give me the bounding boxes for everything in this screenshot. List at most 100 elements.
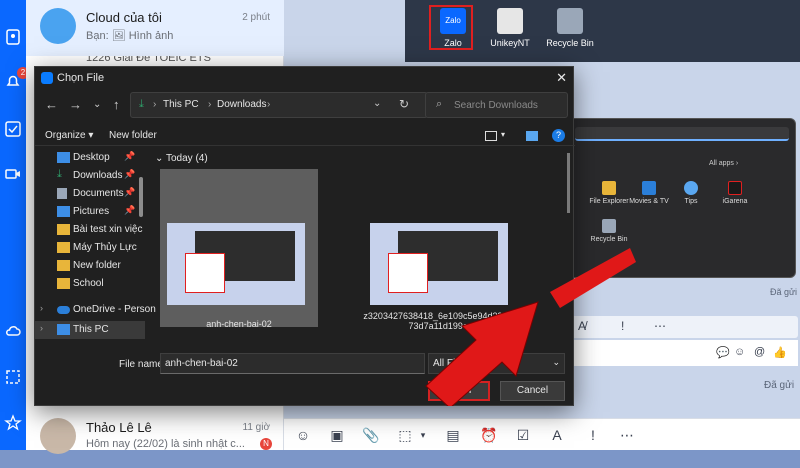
forward-arrow-icon[interactable]: → <box>69 97 82 112</box>
conversation-preview: Hôm nay (22/02) là sinh nhật c... <box>86 438 245 450</box>
nav-item-pictures[interactable]: Pictures 📌 <box>35 203 145 221</box>
attach-icon[interactable]: 📎 <box>362 426 380 444</box>
conversation-name: Cloud của tôi <box>86 10 162 25</box>
view-options-icon[interactable] <box>485 131 497 141</box>
screenshot-icon[interactable] <box>4 368 22 386</box>
conversation-item-cloud[interactable]: Cloud của tôi Bạn: 🖼 Hình ảnh 2 phút <box>26 0 284 56</box>
nav-item-documents[interactable]: Documents 📌 <box>35 185 145 203</box>
nav-item-folder[interactable]: School <box>35 275 145 293</box>
conversation-time: 11 giờ <box>242 422 271 433</box>
pin-icon: 📌 <box>124 187 136 197</box>
tips-icon <box>684 181 698 195</box>
conversation-name: 1226 Giải Đề TOEIC ETS <box>86 56 211 64</box>
documents-icon <box>57 188 67 199</box>
screenshot-tool-icon[interactable]: ⬚ <box>396 426 414 444</box>
nav-item-label: Documents <box>73 188 124 199</box>
nav-scrollbar[interactable] <box>139 177 143 217</box>
zalo-highlight-box <box>429 5 473 50</box>
conversation-time: 2 phút <box>242 12 270 23</box>
conversation-item-partial[interactable]: 1226 Giải Đề TOEIC ETS <box>26 56 284 66</box>
quick-reaction-icon[interactable]: 💬 <box>716 346 730 359</box>
more-icon[interactable]: ⋯ <box>654 319 666 333</box>
chevron-right-icon[interactable]: › <box>40 303 43 313</box>
pin-icon: 📌 <box>124 205 136 215</box>
star-icon[interactable] <box>4 414 22 432</box>
nav-item-desktop[interactable]: Desktop 📌 <box>35 149 145 167</box>
back-arrow-icon[interactable]: ← <box>45 97 58 112</box>
desktop-icon-label: Recycle Bin <box>546 38 594 48</box>
chevron-down-icon[interactable]: ▾ <box>414 426 432 444</box>
up-arrow-icon[interactable]: ↑ <box>113 97 120 112</box>
nav-item-label: Downloads <box>73 170 123 181</box>
nav-item-folder[interactable]: Bài test xin việc <box>35 221 145 239</box>
file-name-label: File name: <box>119 359 166 370</box>
address-dropdown-icon[interactable]: ⌄ <box>373 98 381 109</box>
download-icon: ⤓ <box>57 168 62 180</box>
nav-item-folder[interactable]: New folder <box>35 257 145 275</box>
file-tile-selected[interactable]: anh-chen-bai-02 <box>160 169 318 329</box>
nav-item-onedrive[interactable]: › OneDrive - Person <box>35 301 156 319</box>
cloud-avatar <box>40 8 76 44</box>
help-icon[interactable]: ? <box>552 129 565 142</box>
nav-item-label: Bài test xin việc <box>73 224 143 235</box>
breadcrumb-this-pc[interactable]: This PC <box>163 99 199 110</box>
sticker-icon[interactable]: ☺ <box>294 426 312 444</box>
like-icon[interactable]: 👍 <box>773 346 787 359</box>
conversation-name: Thảo Lê Lê <box>86 420 152 435</box>
mention-icon[interactable]: @ <box>754 346 765 358</box>
app-label: Tips <box>684 198 698 205</box>
chevron-down-icon[interactable]: ▾ <box>501 130 505 139</box>
emoji-icon[interactable]: ☺ <box>734 346 745 358</box>
movies-tv-icon <box>642 181 656 195</box>
todo-checkbox-icon[interactable] <box>4 120 22 138</box>
zalo-app-icon <box>41 72 53 84</box>
recent-locations-icon[interactable]: ⌄ <box>93 99 101 110</box>
desktop-icon-label: UnikeyNT <box>490 38 530 48</box>
image-thumbnail <box>167 223 305 305</box>
group-header[interactable]: ⌄ Today (4) <box>155 153 208 164</box>
nav-item-label: Pictures <box>73 206 110 217</box>
thumbnail-content <box>185 253 225 293</box>
conversation-item-thao[interactable]: Thảo Lê Lê Hôm nay (22/02) là sinh nhật … <box>26 412 284 468</box>
task-icon[interactable]: ☑ <box>514 426 532 444</box>
contact-card-icon[interactable]: ▤ <box>444 426 462 444</box>
image-icon[interactable]: ▣ <box>328 426 346 444</box>
search-placeholder: Search Downloads <box>454 100 538 111</box>
file-name-caption: anh-chen-bai-02 <box>206 319 272 329</box>
nav-item-label: OneDrive - Person <box>73 304 156 315</box>
reminder-clock-icon[interactable]: ⏰ <box>480 426 498 444</box>
all-apps-link: All apps › <box>709 160 739 167</box>
new-folder-button[interactable]: New folder <box>109 130 157 141</box>
chat-toolbar: ☺ ▣ 📎 ⬚ ▾ ▤ ⏰ ☑ A ! ⋯ <box>284 418 800 450</box>
nav-item-label: School <box>73 278 104 289</box>
chevron-right-icon[interactable]: › <box>40 323 43 333</box>
nav-item-downloads[interactable]: ⤓ Downloads 📌 <box>35 167 145 185</box>
organize-menu[interactable]: Organize ▾ <box>45 130 93 141</box>
close-icon[interactable]: ✕ <box>556 70 567 86</box>
more-options-icon[interactable]: ⋯ <box>618 426 636 444</box>
app-label: Movies & TV <box>629 198 669 205</box>
nav-item-folder[interactable]: Máy Thủy Lực <box>35 239 145 257</box>
preview-pane-icon[interactable] <box>526 131 538 141</box>
file-list-scrollbar[interactable] <box>567 153 570 213</box>
zalo-sidebar-rail: 2 <box>0 0 29 450</box>
refresh-icon[interactable]: ↻ <box>399 97 409 111</box>
garena-icon <box>728 181 742 195</box>
start-app: iGarena <box>709 181 761 205</box>
contacts-icon[interactable] <box>4 28 22 46</box>
search-field[interactable]: ⌕ Search Downloads <box>425 92 568 118</box>
pin-icon: 📌 <box>124 151 136 161</box>
onedrive-icon <box>57 306 70 314</box>
start-search-box <box>575 127 789 141</box>
this-pc-icon <box>57 324 70 335</box>
nav-item-this-pc[interactable]: › This PC <box>35 321 145 339</box>
cloud-icon[interactable] <box>4 322 22 340</box>
group-header-label: Today (4) <box>165 153 208 164</box>
breadcrumb-downloads[interactable]: Downloads <box>217 99 266 110</box>
video-call-icon[interactable] <box>4 165 22 183</box>
urgent-icon[interactable]: ! <box>584 426 602 444</box>
address-bar[interactable]: ⤓ › This PC › Downloads › ⌄ ↻ <box>130 92 428 118</box>
file-name-input[interactable]: anh-chen-bai-02 <box>160 353 425 374</box>
navigation-pane: Desktop 📌 ⤓ Downloads 📌 Documents 📌 Pict… <box>35 147 156 343</box>
format-text-icon[interactable]: A <box>548 426 566 444</box>
